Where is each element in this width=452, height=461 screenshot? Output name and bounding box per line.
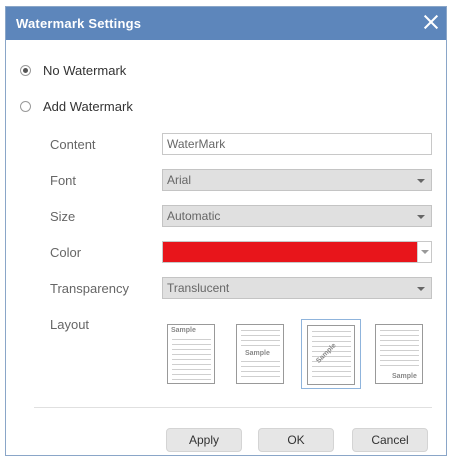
content-input[interactable]: WaterMark — [162, 133, 432, 155]
page-thumbnail: Sample — [375, 324, 423, 384]
page-thumbnail: Sample — [167, 324, 215, 384]
sample-text: Sample — [392, 373, 417, 380]
color-picker[interactable] — [162, 241, 432, 263]
transparency-select[interactable]: Translucent — [162, 277, 432, 299]
layout-option-top-left[interactable]: Sample — [162, 319, 222, 389]
no-watermark-option[interactable]: No Watermark — [20, 63, 126, 78]
divider — [34, 407, 432, 408]
chevron-down-icon[interactable] — [417, 242, 431, 262]
content-value: WaterMark — [167, 137, 226, 151]
layout-option-bottom-right[interactable]: Sample — [370, 319, 430, 389]
font-select[interactable]: Arial — [162, 169, 432, 191]
page-thumbnail: Sample — [307, 325, 355, 385]
layout-label: Layout — [50, 317, 90, 332]
chevron-down-icon — [417, 179, 425, 183]
watermark-settings-dialog: Watermark Settings No Watermark Add Wate… — [5, 6, 447, 456]
transparency-label: Transparency — [50, 281, 129, 296]
close-icon[interactable] — [420, 11, 442, 33]
layout-option-diagonal[interactable]: Sample — [301, 319, 361, 389]
ok-button[interactable]: OK — [258, 428, 334, 452]
color-swatch[interactable] — [163, 242, 417, 262]
content-label: Content — [50, 137, 96, 152]
size-value: Automatic — [167, 209, 221, 223]
font-value: Arial — [167, 173, 192, 187]
layout-option-center[interactable]: Sample — [231, 319, 291, 389]
add-watermark-label: Add Watermark — [43, 99, 133, 114]
apply-button[interactable]: Apply — [166, 428, 242, 452]
dialog-title-bar[interactable]: Watermark Settings — [6, 7, 446, 40]
chevron-down-icon — [417, 287, 425, 291]
dialog-title: Watermark Settings — [16, 16, 142, 31]
no-watermark-radio[interactable] — [20, 65, 31, 76]
cancel-button[interactable]: Cancel — [352, 428, 428, 452]
size-select[interactable]: Automatic — [162, 205, 432, 227]
no-watermark-label: No Watermark — [43, 63, 127, 78]
chevron-down-icon — [417, 215, 425, 219]
add-watermark-radio[interactable] — [20, 101, 31, 112]
color-label: Color — [50, 245, 82, 260]
add-watermark-option[interactable]: Add Watermark — [20, 99, 133, 114]
size-label: Size — [50, 209, 76, 224]
font-label: Font — [50, 173, 77, 188]
sample-text: Sample — [171, 327, 196, 334]
sample-text: Sample — [245, 350, 270, 357]
transparency-value: Translucent — [167, 281, 230, 295]
page-thumbnail: Sample — [236, 324, 284, 384]
